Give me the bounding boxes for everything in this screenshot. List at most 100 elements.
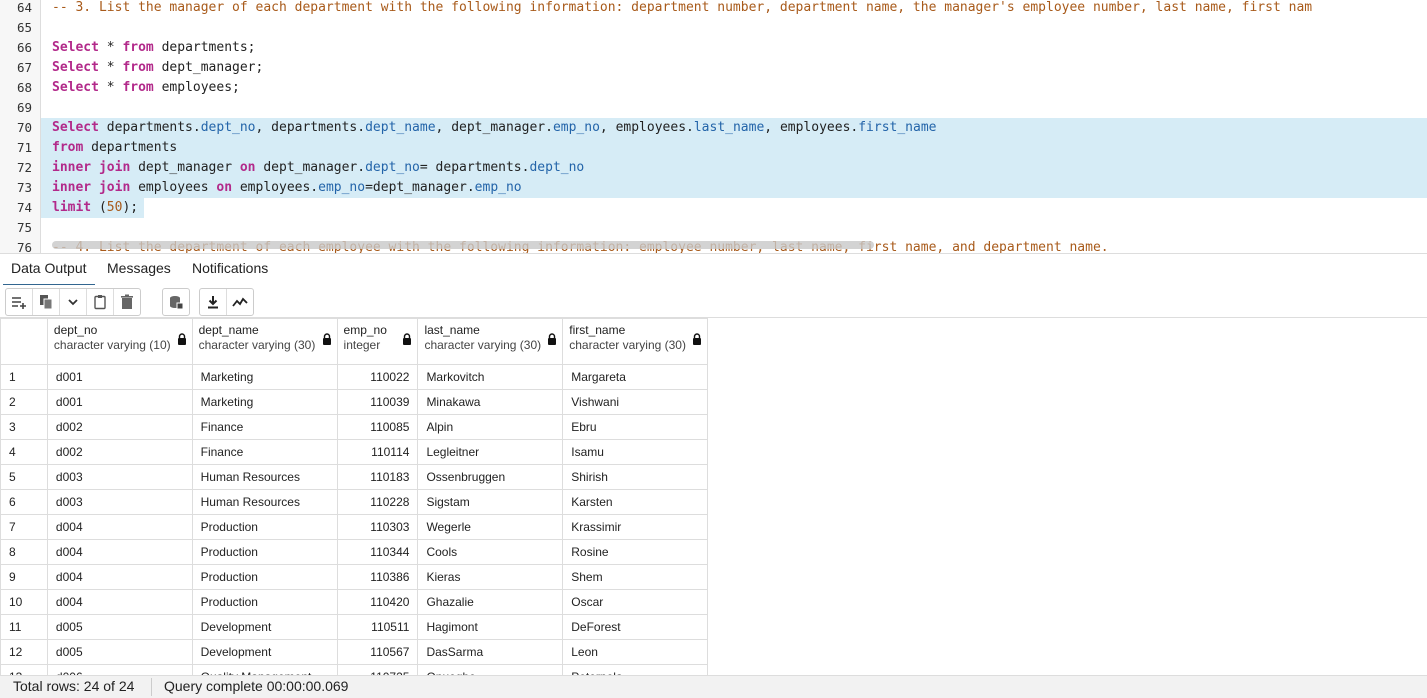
first-name-cell[interactable]: Isamu [562, 439, 708, 465]
table-row[interactable]: 2 d001 Marketing 110039 Minakawa Vishwani [0, 389, 708, 415]
table-row[interactable]: 10 d004 Production 110420 Ghazalie Oscar [0, 589, 708, 615]
table-row[interactable]: 5 d003 Human Resources 110183 Ossenbruggen Sh… [0, 464, 708, 490]
code-line[interactable]: 67 Select * from dept_manager; [0, 58, 1427, 78]
emp-no-cell[interactable]: 110085 [336, 414, 419, 440]
code-line[interactable]: 71 from departments [0, 138, 1427, 158]
first-name-cell[interactable]: DeForest [562, 614, 708, 640]
dept-no-cell[interactable]: d004 [46, 539, 193, 565]
code-line[interactable]: 64 -- 3. List the manager of each departm… [0, 0, 1427, 18]
sql-editor[interactable]: 64 -- 3. List the manager of each departm… [0, 0, 1427, 253]
dept-name-cell[interactable]: Development [191, 614, 338, 640]
last-name-cell[interactable]: Ghazalie [417, 589, 564, 615]
last-name-cell[interactable]: Hagimont [417, 614, 564, 640]
delete-button[interactable] [114, 289, 140, 315]
data-output-grid[interactable]: dept_no character varying (10) dept_name… [0, 318, 708, 675]
emp-no-cell[interactable]: 110228 [336, 489, 419, 515]
table-row[interactable]: 11 d005 Development 110511 Hagimont DeForest [0, 614, 708, 640]
dept-no-cell[interactable]: d005 [46, 639, 193, 665]
dept-no-cell[interactable]: d001 [46, 389, 193, 415]
table-row[interactable]: 3 d002 Finance 110085 Alpin Ebru [0, 414, 708, 440]
emp-no-cell[interactable]: 110344 [336, 539, 419, 565]
dept-name-cell[interactable]: Marketing [191, 364, 338, 390]
dept-no-cell[interactable]: d003 [46, 489, 193, 515]
last-name-cell[interactable]: Ossenbruggen [417, 464, 564, 490]
dept-no-cell[interactable]: d001 [46, 364, 193, 390]
first-name-cell[interactable]: Krassimir [562, 514, 708, 540]
table-row[interactable]: 9 d004 Production 110386 Kieras Shem [0, 564, 708, 590]
dept-no-cell[interactable]: d002 [46, 414, 193, 440]
last-name-cell[interactable]: Alpin [417, 414, 564, 440]
dept-name-cell[interactable]: Production [191, 589, 338, 615]
column-header-first-name[interactable]: first_name character varying (30) [562, 318, 708, 365]
code-line[interactable]: 68 Select * from employees; [0, 78, 1427, 98]
emp-no-cell[interactable]: 110567 [336, 639, 419, 665]
dept-name-cell[interactable]: Production [191, 514, 338, 540]
dept-no-cell[interactable]: d004 [46, 564, 193, 590]
dept-name-cell[interactable]: Human Resources [191, 464, 338, 490]
tab-messages[interactable]: Messages [99, 254, 179, 284]
dept-no-cell[interactable]: d003 [46, 464, 193, 490]
code-line[interactable]: 65 [0, 18, 1427, 38]
dept-name-cell[interactable]: Production [191, 539, 338, 565]
last-name-cell[interactable]: Legleitner [417, 439, 564, 465]
graph-visualiser-button[interactable] [227, 289, 253, 315]
code-line[interactable]: 74 limit (50); [0, 198, 1427, 218]
last-name-cell[interactable]: Minakawa [417, 389, 564, 415]
save-data-button[interactable] [163, 289, 189, 315]
emp-no-cell[interactable]: 110303 [336, 514, 419, 540]
first-name-cell[interactable]: Oscar [562, 589, 708, 615]
emp-no-cell[interactable]: 110386 [336, 564, 419, 590]
code-line[interactable]: 70 Select departments.dept_no, department… [0, 118, 1427, 138]
dept-no-cell[interactable]: d004 [46, 589, 193, 615]
table-row[interactable]: 12 d005 Development 110567 DasSarma Leon [0, 639, 708, 665]
emp-no-cell[interactable]: 110183 [336, 464, 419, 490]
first-name-cell[interactable]: Margareta [562, 364, 708, 390]
column-header-dept-no[interactable]: dept_no character varying (10) [46, 318, 193, 365]
emp-no-cell[interactable]: 110725 [336, 664, 419, 675]
table-row[interactable]: 4 d002 Finance 110114 Legleitner Isamu [0, 439, 708, 465]
dept-no-cell[interactable]: d004 [46, 514, 193, 540]
dept-name-cell[interactable]: Development [191, 639, 338, 665]
paste-button[interactable] [87, 289, 114, 315]
dept-name-cell[interactable]: Production [191, 564, 338, 590]
dept-no-cell[interactable]: d005 [46, 614, 193, 640]
horizontal-scrollbar[interactable] [52, 241, 874, 249]
last-name-cell[interactable]: Sigstam [417, 489, 564, 515]
emp-no-cell[interactable]: 110420 [336, 589, 419, 615]
dept-name-cell[interactable]: Quality Management [191, 664, 338, 675]
emp-no-cell[interactable]: 110114 [336, 439, 419, 465]
table-row[interactable]: 6 d003 Human Resources 110228 Sigstam Karsten [0, 489, 708, 515]
emp-no-cell[interactable]: 110511 [336, 614, 419, 640]
code-line[interactable]: 66 Select * from departments; [0, 38, 1427, 58]
first-name-cell[interactable]: Leon [562, 639, 708, 665]
first-name-cell[interactable]: Rosine [562, 539, 708, 565]
copy-button[interactable] [33, 289, 60, 315]
dept-name-cell[interactable]: Finance [191, 439, 338, 465]
first-name-cell[interactable]: Karsten [562, 489, 708, 515]
first-name-cell[interactable]: Vishwani [562, 389, 708, 415]
table-row[interactable]: 7 d004 Production 110303 Wegerle Krassimir [0, 514, 708, 540]
last-name-cell[interactable]: Kieras [417, 564, 564, 590]
add-row-button[interactable] [6, 289, 33, 315]
dept-name-cell[interactable]: Human Resources [191, 489, 338, 515]
emp-no-cell[interactable]: 110022 [336, 364, 419, 390]
dept-no-cell[interactable]: d002 [46, 439, 193, 465]
code-line[interactable]: 73 inner join employees on employees.emp_… [0, 178, 1427, 198]
code-line[interactable]: 75 [0, 218, 1427, 238]
emp-no-cell[interactable]: 110039 [336, 389, 419, 415]
dept-name-cell[interactable]: Finance [191, 414, 338, 440]
first-name-cell[interactable]: Peternela [562, 664, 708, 675]
copy-options-dropdown[interactable] [60, 289, 87, 315]
column-header-dept-name[interactable]: dept_name character varying (30) [191, 318, 338, 365]
tab-data-output[interactable]: Data Output [3, 254, 95, 286]
dept-name-cell[interactable]: Marketing [191, 389, 338, 415]
first-name-cell[interactable]: Shem [562, 564, 708, 590]
last-name-cell[interactable]: Wegerle [417, 514, 564, 540]
first-name-cell[interactable]: Ebru [562, 414, 708, 440]
table-row[interactable]: 8 d004 Production 110344 Cools Rosine [0, 539, 708, 565]
last-name-cell[interactable]: DasSarma [417, 639, 564, 665]
column-header-last-name[interactable]: last_name character varying (30) [417, 318, 564, 365]
last-name-cell[interactable]: Cools [417, 539, 564, 565]
column-header-emp-no[interactable]: emp_no integer [336, 318, 419, 365]
last-name-cell[interactable]: Markovitch [417, 364, 564, 390]
